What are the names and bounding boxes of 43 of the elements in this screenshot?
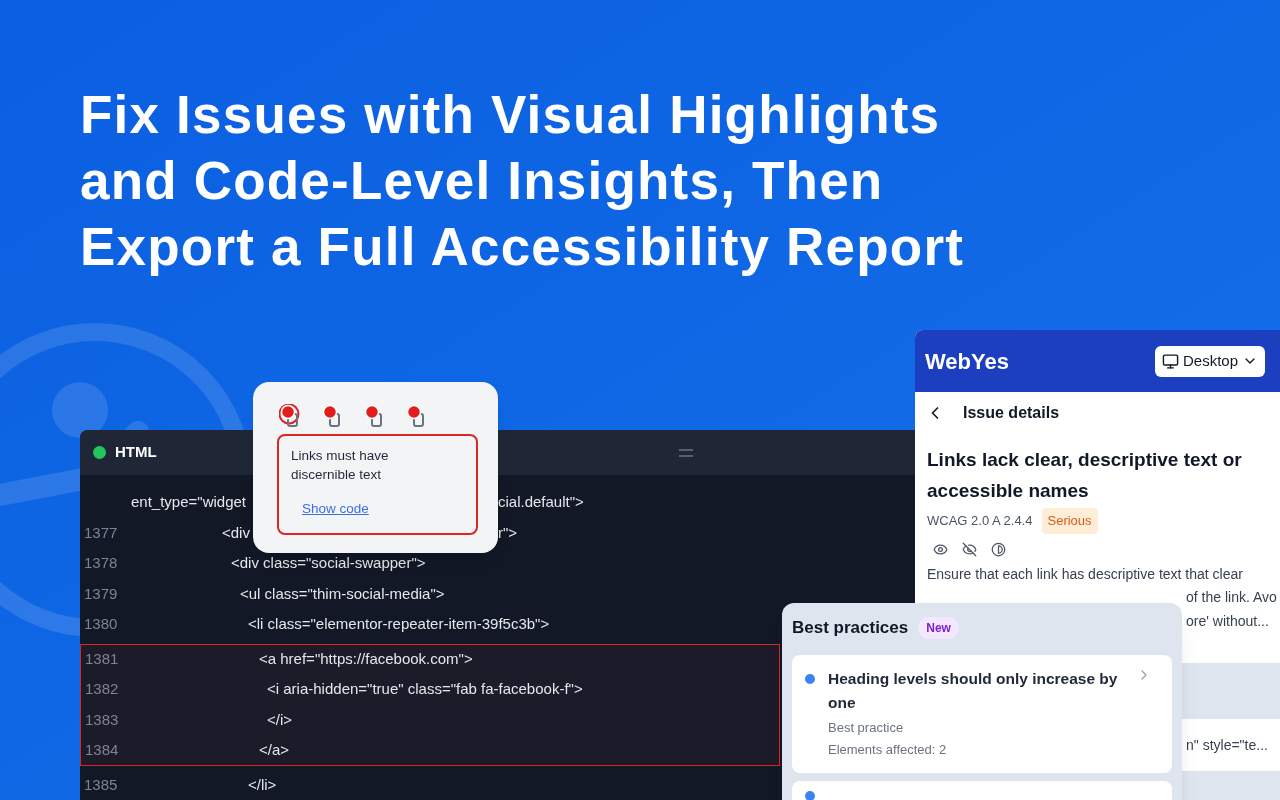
issue-description: of the link. Avo [1186, 588, 1277, 607]
severity-badge: Serious [1041, 508, 1098, 534]
code-text: </i> [267, 709, 293, 730]
show-code-link[interactable]: Show code [302, 499, 369, 520]
headline: Fix Issues with Visual Highlights [80, 84, 941, 146]
issue-description: Ensure that each link has descriptive text that clear [927, 564, 1243, 584]
issue-card-title: Heading levels should only increase by one [828, 668, 1119, 713]
card-title: Best practices [792, 617, 909, 639]
issue-card[interactable]: Heading levels should only increase by one Best practice Elements affected: 2 [792, 654, 1172, 773]
line-number: 1379 [84, 583, 118, 604]
line-number: 1383 [85, 709, 119, 730]
code-text: <li class="elementor-repeater-item-39f5c3b"> [248, 614, 550, 634]
code-text: r"> [498, 522, 518, 543]
issue-message: Links must have discernible text [291, 447, 390, 484]
brand-logo: WebYes [925, 347, 1009, 376]
device-dropdown[interactable]: Desktop [1154, 345, 1265, 377]
code-text: <i aria-hidden="true" class="fab fa-facebook-f"> [267, 679, 583, 699]
headline: Export a Full Accessibility Report [80, 216, 965, 278]
code-text: ent_type="widget [131, 492, 246, 512]
wcag-criterion: WCAG 2.0 A 2.4.4 [927, 512, 1033, 530]
code-text: <ul class="thim-social-media"> [240, 583, 445, 604]
code-text: <div [222, 522, 250, 543]
code-text: </a> [259, 739, 290, 760]
new-badge: New [918, 616, 959, 639]
line-number: 1381 [85, 649, 119, 669]
line-number: 1377 [84, 522, 118, 543]
code-text: <div class="social-swapper"> [231, 553, 426, 573]
headline: and Code-Level Insights, Then [80, 150, 884, 212]
line-number: 1385 [84, 774, 118, 795]
section-title: Issue details [963, 403, 1060, 423]
code-text: <a href="https://facebook.com"> [259, 649, 473, 669]
line-number: 1378 [84, 553, 118, 573]
affected-count: Elements affected: 2 [828, 740, 948, 759]
panel-title: HTML [115, 442, 157, 463]
line-number: 1384 [85, 739, 119, 760]
line-number: 1382 [85, 679, 119, 699]
code-text: </li> [248, 774, 277, 795]
issue-category: Best practice [828, 718, 905, 737]
issue-title: Links lack clear, descriptive text or accessible names [926, 448, 1243, 503]
line-number: 1380 [84, 614, 118, 634]
issue-description: ore' without... [1186, 611, 1269, 631]
code-text: cial.default"> [498, 492, 584, 512]
code-snippet: n" style="te... [1186, 735, 1268, 755]
